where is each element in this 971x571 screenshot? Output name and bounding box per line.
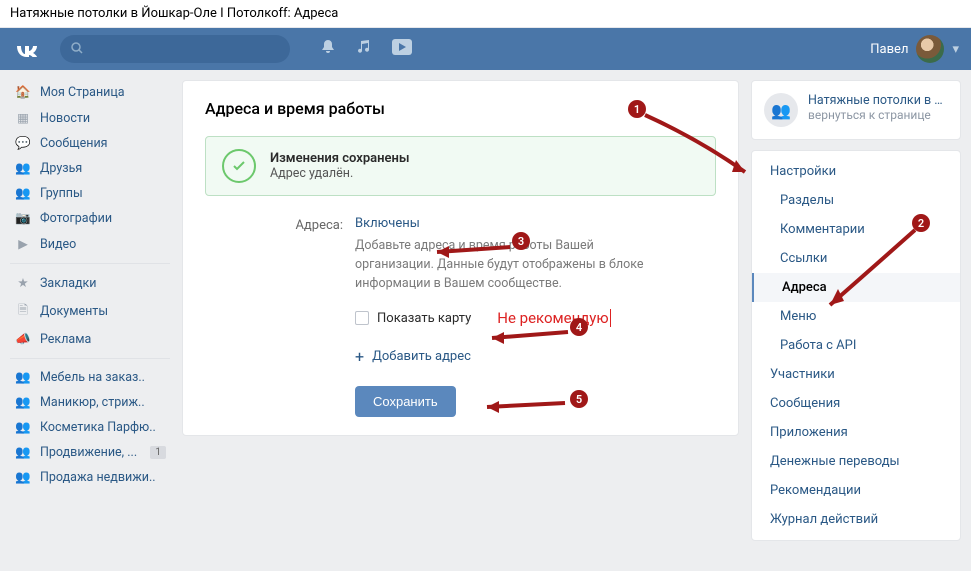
sidebar-item[interactable]: 👥 Продажа недвижи.. [10,465,170,490]
nav-icon: 👥 [14,186,32,201]
alert-success: Изменения сохранены Адрес удалён. [205,136,716,196]
nav-label: Видео [40,237,76,252]
topbar: Павел ▾ [0,28,971,70]
sidebar-item[interactable]: 🏠 Моя Страница [10,80,170,105]
nav-label: Продвижение, ... [40,445,137,460]
nav-label: Документы [40,304,108,319]
nav-icon: 📷 [14,211,32,226]
nav-icon: 🗎 [14,301,32,322]
sidebar-item[interactable]: 👥 Друзья [10,156,170,181]
plus-icon: + [355,347,364,366]
nav-icon: 👥 [14,370,32,385]
nav-label: Фотографии [40,211,112,226]
sidebar-item[interactable]: ▶ Видео [10,231,170,257]
right-nav: НастройкиРазделыКомментарииСсылкиАдресаМ… [751,150,961,541]
vk-logo-icon[interactable] [12,41,40,57]
nav-icon: ▦ [14,110,32,126]
nav-label: Реклама [40,332,91,347]
add-address-button[interactable]: + Добавить адрес [355,347,716,366]
sidebar-item[interactable]: ▦ Новости [10,105,170,131]
nav-badge: 1 [150,446,166,459]
sidebar-item[interactable]: 👥 Продвижение, ... 1 [10,440,170,465]
search-wrap [60,35,290,63]
chevron-down-icon: ▾ [952,42,959,57]
save-button[interactable]: Сохранить [355,386,456,417]
nav-label: Продажа недвижи.. [40,470,156,485]
sidebar-item[interactable]: 📣 Реклама [10,327,170,352]
nav-icon: ★ [14,275,32,291]
group-header[interactable]: 👥 Натяжные потолки в Йо… вернуться к стр… [751,80,961,140]
nav-label: Группы [40,186,83,201]
nav-label: Мебель на заказ.. [40,370,145,385]
settings-nav-item[interactable]: Работа с API [752,331,960,360]
sidebar-item[interactable]: ★ Закладки [10,270,170,296]
nav-label: Новости [40,111,90,126]
sidebar-item[interactable]: 📷 Фотографии [10,206,170,231]
main-card: Адреса и время работы Изменения сохранен… [182,80,739,436]
nav-icon: 👥 [14,395,32,410]
addresses-label: Адреса: [205,216,355,327]
sidebar-item[interactable]: 👥 Группы [10,181,170,206]
nav-icon: 👥 [14,470,32,485]
settings-nav-item[interactable]: Настройки [752,157,960,186]
nav-label: Моя Страница [40,85,125,100]
add-address-label: Добавить адрес [372,349,471,364]
play-icon[interactable] [392,39,412,59]
settings-nav-item[interactable]: Журнал действий [752,505,960,534]
nav-icon: 👥 [14,445,32,460]
group-name: Натяжные потолки в Йо… [808,93,948,108]
nav-label: Косметика Парфю.. [40,420,156,435]
nav-icon: 👥 [14,161,32,176]
nav-icon: 👥 [14,420,32,435]
settings-nav-item[interactable]: Комментарии [752,215,960,244]
user-name: Павел [870,42,908,57]
page-title: Адреса и время работы [205,99,716,118]
check-circle-icon [222,149,256,183]
settings-nav-item[interactable]: Ссылки [752,244,960,273]
alert-title: Изменения сохранены [270,151,410,166]
nav-icon: 💬 [14,136,32,151]
left-sidebar: 🏠 Моя Страница ▦ Новости 💬 Сообщения 👥 Друзья 👥 Г… [10,80,170,541]
nav-label: Друзья [40,161,82,176]
nav-icon: 📣 [14,332,32,347]
nav-icon: ▶ [14,236,32,252]
sidebar-item[interactable]: 👥 Маникюр, стриж.. [10,390,170,415]
addresses-hint: Добавьте адреса и время работы Вашей орг… [355,237,655,293]
sidebar-item[interactable]: 🗎 Документы [10,296,170,327]
annotation-text: Не рекомендую [497,309,608,327]
settings-nav-item[interactable]: Меню [752,302,960,331]
settings-nav-item[interactable]: Приложения [752,418,960,447]
avatar [916,35,944,63]
nav-label: Закладки [40,276,97,291]
alert-subtitle: Адрес удалён. [270,166,410,181]
nav-label: Сообщения [40,136,108,151]
bell-icon[interactable] [320,39,336,59]
addresses-toggle[interactable]: Включены [355,216,420,231]
music-icon[interactable] [356,39,372,59]
browser-title: Натяжные потолки в Йошкар-Оле I Потолкоf… [0,0,971,28]
settings-nav-item[interactable]: Сообщения [752,389,960,418]
settings-nav-item[interactable]: Денежные переводы [752,447,960,476]
sidebar-item[interactable]: 👥 Мебель на заказ.. [10,365,170,390]
sidebar-item[interactable]: 👥 Косметика Парфю.. [10,415,170,440]
settings-nav-item[interactable]: Рекомендации [752,476,960,505]
group-avatar-icon: 👥 [764,93,798,127]
settings-nav-item[interactable]: Разделы [752,186,960,215]
nav-icon: 🏠 [14,85,32,100]
profile-menu[interactable]: Павел ▾ [870,35,959,63]
settings-nav-item[interactable]: Участники [752,360,960,389]
nav-label: Маникюр, стриж.. [40,395,145,410]
show-map-checkbox[interactable] [355,311,369,325]
sidebar-item[interactable]: 💬 Сообщения [10,131,170,156]
settings-nav-item[interactable]: Адреса [752,273,960,302]
search-icon [70,41,84,59]
group-back-link[interactable]: вернуться к странице [808,108,948,122]
search-input[interactable] [60,35,290,63]
show-map-label: Показать карту [377,311,471,326]
